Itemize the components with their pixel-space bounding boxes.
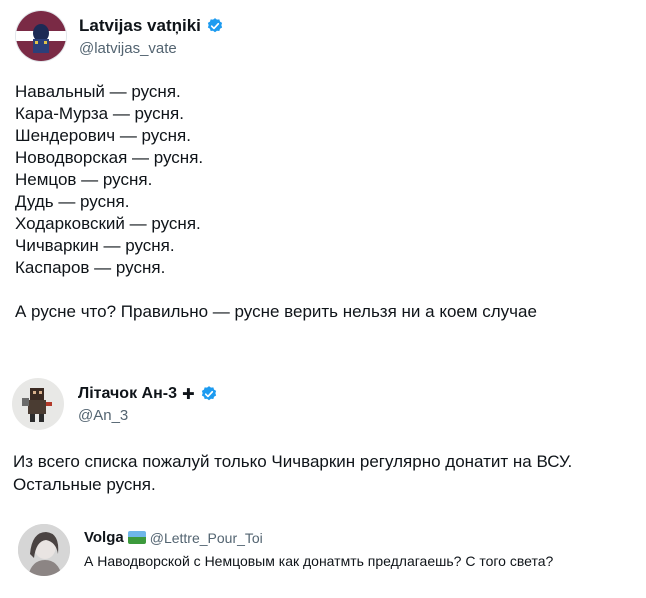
avatar[interactable] [18, 524, 70, 576]
tweet-1-author[interactable]: Latvijas vatņiki @latvijas_vate [15, 10, 224, 62]
avatar-pixel-character-image [22, 388, 52, 422]
avatar-photo-image [18, 524, 70, 576]
author-name[interactable]: Літачок Ан-3 [78, 385, 177, 403]
tweet-2: Літачок Ан-3 ✚ @An_3 Из всего списка пож… [0, 370, 646, 500]
author-handle[interactable]: @An_3 [78, 407, 218, 424]
tweet-1-text: Навальный — русня. Кара-Мурза — русня. Ш… [15, 82, 204, 277]
verified-badge-icon [207, 17, 223, 32]
reply-tweet: Volga @Lettre_Pour_Toi А Наводворской с … [0, 520, 646, 590]
verified-badge-icon [201, 385, 216, 400]
author-handle[interactable]: @Lettre_Pour_Toi [150, 530, 263, 546]
author-name[interactable]: Volga [84, 529, 124, 546]
avatar[interactable] [12, 378, 64, 430]
tweet-2-text: Из всего списка пожалуй только Чичваркин… [13, 452, 573, 494]
tweet-2-author[interactable]: Літачок Ан-3 ✚ @An_3 [12, 378, 218, 430]
avatar[interactable] [15, 10, 67, 62]
cross-symbol: ✚ [181, 385, 195, 403]
reply-text: А Наводворской с Немцовым как донатмть п… [84, 553, 554, 569]
author-name[interactable]: Latvijas vatņiki [79, 16, 201, 36]
flag-emoji-icon [127, 531, 146, 544]
avatar-flag-image [16, 11, 66, 61]
author-handle[interactable]: @latvijas_vate [79, 40, 224, 57]
tweet-1: Latvijas vatņiki @latvijas_vate Навальны… [0, 0, 646, 340]
tweet-1-text-conclusion: А русне что? Правильно — русне верить не… [15, 302, 537, 321]
